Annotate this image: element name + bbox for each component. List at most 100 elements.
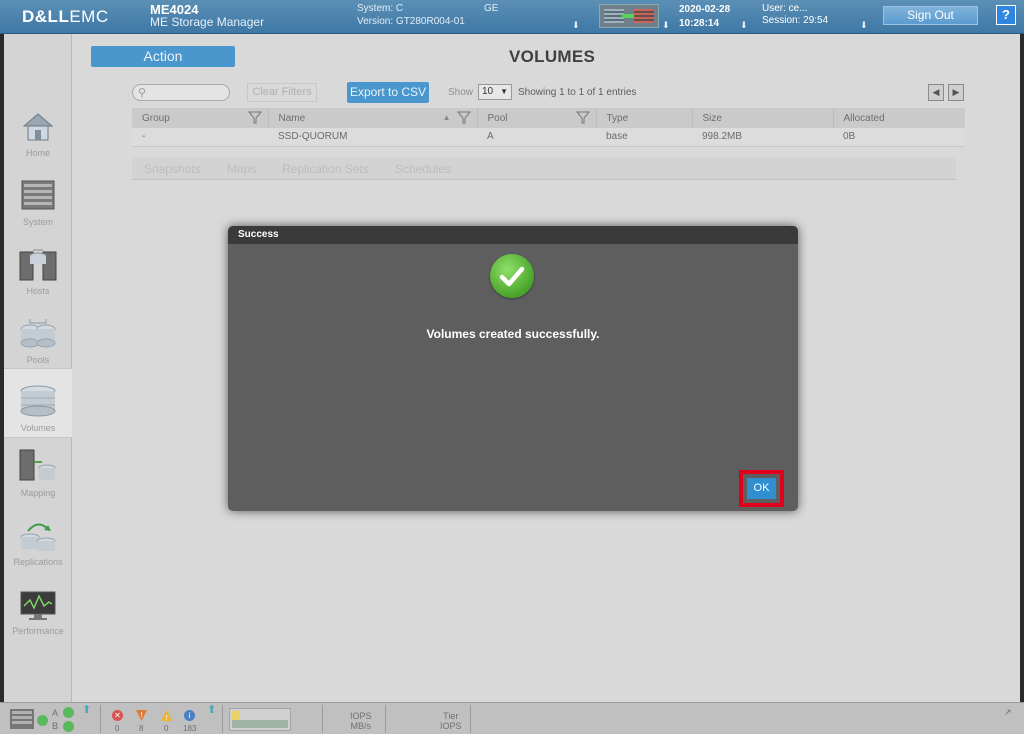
success-check-icon	[490, 254, 534, 298]
replications-icon	[20, 523, 56, 551]
action-button[interactable]: Action	[91, 46, 235, 67]
cell-allocated: 0B	[833, 128, 965, 147]
help-button[interactable]: ?	[996, 5, 1016, 25]
nav-hosts-label: Hosts	[26, 286, 50, 296]
ok-button[interactable]: OK	[747, 478, 776, 499]
chevron-right-icon: ▶	[952, 87, 960, 97]
error-count: 0	[115, 724, 120, 733]
product-info: ME4024 ME Storage Manager	[150, 3, 264, 29]
controller-b-label: B	[52, 721, 59, 731]
critical-icon[interactable]: !	[135, 709, 148, 722]
nav-volumes[interactable]: Volumes	[4, 368, 72, 438]
column-size[interactable]: Size	[692, 108, 834, 128]
info-count: 183	[183, 724, 197, 733]
session-timer: Session: 29:54	[762, 15, 829, 26]
nav-system-label: System	[22, 217, 53, 227]
system-icon	[21, 180, 55, 210]
previous-page-button[interactable]: ◀	[928, 84, 944, 101]
nav-replications-label: Replications	[13, 557, 63, 567]
nav-performance[interactable]: Performance	[4, 582, 72, 650]
nav-pools-label: Pools	[26, 355, 50, 365]
cell-name: SSD-QUORUM	[268, 128, 477, 147]
iops-label: IOPS	[350, 711, 372, 721]
datetime-expand-icon[interactable]: ⬇	[740, 20, 748, 31]
host-io-label[interactable]: IOPS MB/s	[350, 711, 372, 731]
filter-icon[interactable]	[247, 111, 262, 124]
table-header-row: Group Name ▲ Pool Type Size Allocated	[132, 108, 965, 128]
column-pool[interactable]: Pool	[477, 108, 597, 128]
system-info[interactable]: System: C GE Version: GT280R004-01	[357, 2, 498, 28]
tier-iops-label: IOPS	[440, 721, 462, 731]
column-name-label: Name	[278, 112, 306, 124]
table-row[interactable]: - SSD-QUORUM A base 998.2MB 0B	[132, 128, 965, 147]
cell-size: 998.2MB	[692, 128, 833, 147]
page-size-select[interactable]: 10 ▼	[478, 84, 512, 100]
filter-icon[interactable]	[456, 111, 471, 124]
error-icon[interactable]: ✕	[112, 710, 123, 721]
column-name[interactable]: Name ▲	[268, 108, 478, 128]
tab-maps[interactable]: Maps	[227, 162, 256, 176]
user-expand-icon[interactable]: ⬇	[860, 20, 868, 31]
column-group-label: Group	[142, 112, 170, 124]
column-allocated[interactable]: Allocated	[833, 108, 965, 128]
search-input[interactable]: ⚲	[132, 84, 230, 101]
mbs-label: MB/s	[350, 721, 372, 731]
tab-snapshots[interactable]: Snapshots	[144, 162, 201, 176]
logo-light-text: EMC	[69, 7, 109, 26]
date-time[interactable]: 2020-02-28 10:28:14	[679, 3, 730, 31]
expand-arrow-icon[interactable]: ⬆	[82, 705, 91, 716]
nav-home[interactable]: Home	[4, 104, 72, 172]
system-name: System: C	[357, 3, 404, 14]
enclosure-expand-icon[interactable]: ⬇	[662, 20, 670, 31]
top-header: D&LLEMC ME4024 ME Storage Manager System…	[0, 0, 1024, 34]
nav-mapping-label: Mapping	[20, 488, 56, 498]
next-page-button[interactable]: ▶	[948, 84, 964, 101]
clear-filters-button[interactable]: Clear Filters	[247, 83, 317, 102]
controller-a-ok-icon	[63, 707, 74, 718]
divider	[222, 705, 223, 733]
system-name-suffix: GE	[484, 3, 499, 14]
column-type[interactable]: Type	[596, 108, 693, 128]
logo-bold-text: D&LL	[22, 7, 70, 26]
product-name: ME Storage Manager	[150, 15, 265, 29]
left-nav: Home System Hosts Pools Volumes Mapping …	[4, 34, 72, 702]
tab-schedules[interactable]: Schedules	[395, 162, 451, 176]
divider	[100, 705, 101, 733]
column-pool-label: Pool	[487, 112, 508, 124]
nav-system[interactable]: System	[4, 173, 72, 241]
filter-icon[interactable]	[575, 111, 590, 124]
enclosure-icon[interactable]	[10, 709, 34, 729]
current-date: 2020-02-28	[679, 4, 731, 15]
expand-arrow-icon[interactable]: ⬆	[207, 705, 216, 716]
column-group[interactable]: Group	[132, 108, 269, 128]
user-info[interactable]: User: ce... Session: 29:54	[762, 3, 828, 27]
page-size-value: 10	[482, 86, 494, 97]
home-icon	[22, 113, 54, 141]
nav-mapping[interactable]: Mapping	[4, 444, 72, 512]
warning-count: 0	[164, 724, 169, 733]
nav-volumes-label: Volumes	[20, 423, 56, 433]
tier-io-label[interactable]: Tier IOPS	[440, 711, 462, 731]
sign-out-button[interactable]: Sign Out	[883, 6, 978, 25]
enclosure-thumbnail[interactable]	[599, 4, 659, 28]
divider	[470, 705, 471, 733]
export-csv-button[interactable]: Export to CSV	[347, 82, 429, 103]
show-label: Show	[448, 87, 474, 98]
warning-icon[interactable]: !	[160, 709, 173, 722]
nav-replications[interactable]: Replications	[4, 513, 72, 581]
detail-tabs: Snapshots Maps Replication Sets Schedule…	[132, 158, 956, 180]
sort-ascending-icon[interactable]: ▲	[443, 113, 451, 122]
status-bar: A B ⬆ ✕ 0 ! 8 ! 0 i 183 ⬆ IOPS MB/s Tier…	[0, 702, 1024, 734]
resize-corner-icon[interactable]: ↗	[1004, 707, 1012, 717]
svg-text:!: !	[140, 711, 143, 719]
capacity-graph[interactable]	[229, 708, 291, 731]
tab-replication-sets[interactable]: Replication Sets	[282, 162, 369, 176]
dialog-title: Success	[228, 226, 798, 244]
info-icon[interactable]: i	[184, 710, 195, 721]
current-time: 10:28:14	[679, 18, 720, 29]
nav-hosts[interactable]: Hosts	[4, 242, 72, 310]
system-info-expand-icon[interactable]: ⬇	[572, 20, 580, 31]
success-dialog: Success Volumes created successfully. OK	[228, 226, 798, 511]
entries-info: Showing 1 to 1 of 1 entries	[518, 87, 637, 98]
nav-performance-label: Performance	[12, 626, 64, 636]
